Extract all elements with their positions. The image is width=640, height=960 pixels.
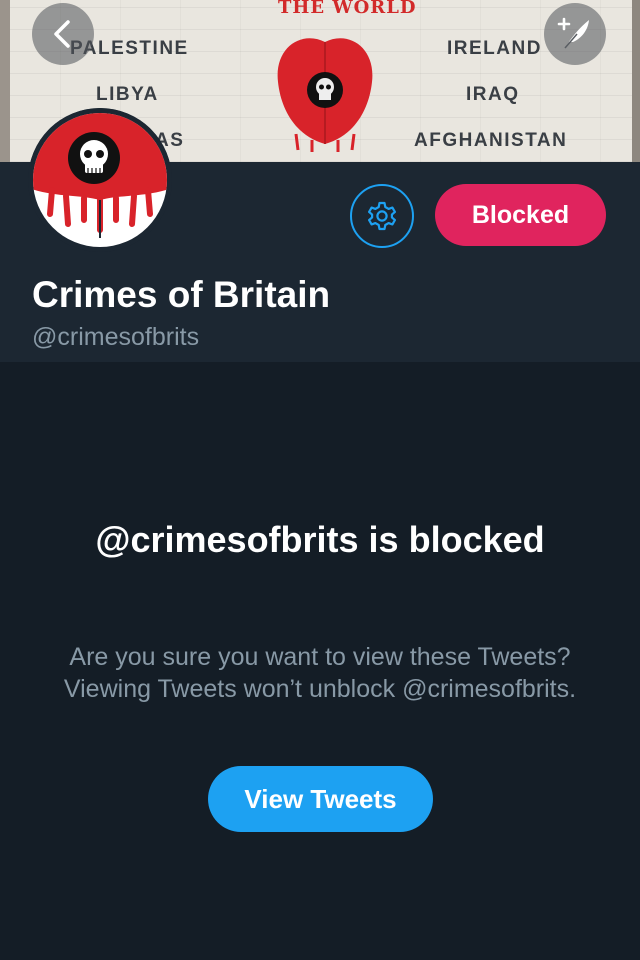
back-button[interactable]	[32, 3, 94, 65]
blocked-button[interactable]: Blocked	[435, 184, 606, 246]
profile-display-name: Crimes of Britain	[32, 274, 331, 315]
blocked-notice-title: @crimesofbrits is blocked	[95, 519, 545, 560]
chevron-left-icon	[54, 20, 70, 48]
banner-word-afghanistan: AFGHANISTAN	[414, 130, 568, 151]
banner-word-iraq: IRAQ	[466, 84, 520, 105]
compose-tweet-icon	[557, 17, 589, 49]
compose-tweet-button[interactable]	[544, 3, 606, 65]
avatar[interactable]	[28, 108, 172, 252]
poppy-skull-icon	[277, 38, 373, 152]
gear-icon	[368, 201, 396, 231]
blocked-notice-description: Are you sure you want to view these Twee…	[63, 643, 577, 703]
banner-title: THE WORLD	[278, 0, 417, 18]
banner-word-libya: LIBYA	[96, 84, 159, 105]
settings-button[interactable]	[350, 184, 414, 248]
profile-handle: @crimesofbrits	[32, 323, 200, 351]
banner-word-ireland: IRELAND	[447, 38, 542, 59]
view-tweets-button[interactable]: View Tweets	[208, 766, 433, 832]
